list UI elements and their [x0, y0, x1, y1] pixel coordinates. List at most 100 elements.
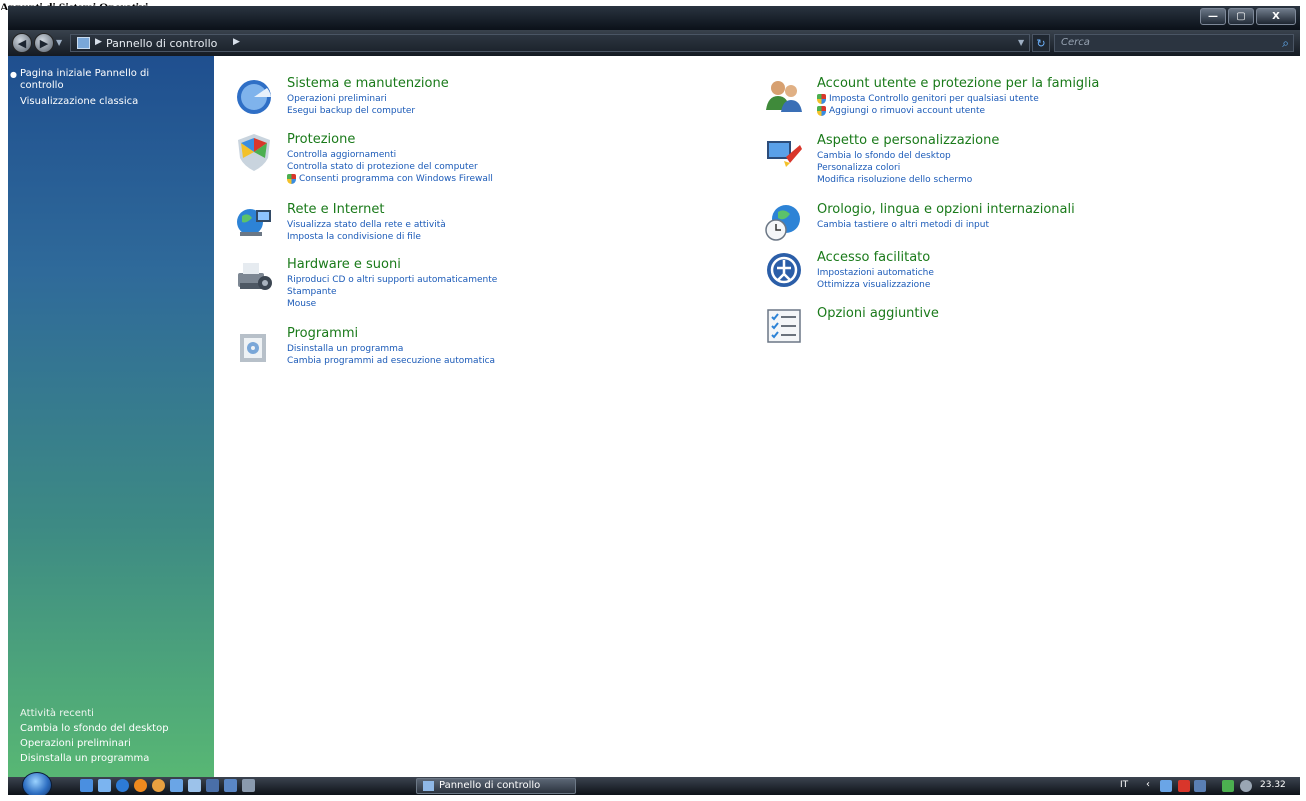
task-link[interactable]: Controlla aggiornamenti [287, 149, 493, 161]
category-title[interactable]: Account utente e protezione per la famig… [817, 76, 1099, 91]
category-links: Impostazioni automatiche Ottimizza visua… [817, 267, 934, 291]
task-link[interactable]: Consenti programma con Windows Firewall [287, 173, 493, 185]
breadcrumb-control-panel[interactable]: Pannello di controllo [106, 37, 217, 50]
back-button[interactable]: ◀ [12, 33, 32, 53]
chevron-left-icon[interactable]: ‹ [1146, 779, 1150, 790]
chevron-right-icon[interactable]: ▶ [233, 37, 240, 47]
category-title[interactable]: Orologio, lingua e opzioni internazional… [817, 202, 1075, 217]
chevron-right-icon[interactable]: ▶ [95, 37, 102, 47]
category-links: Disinstalla un programma Cambia programm… [287, 343, 495, 367]
back-arrow-icon: ◀ [17, 36, 27, 50]
recent-link[interactable]: Cambia lo sfondo del desktop [20, 721, 206, 736]
task-link[interactable]: Ottimizza visualizzazione [817, 279, 934, 291]
printer-speaker-icon [238, 263, 272, 290]
app-launcher-icon[interactable] [170, 779, 183, 792]
camera-app-icon[interactable] [242, 779, 255, 792]
taskbar: Pannello di controllo IT ‹ 23.32 [8, 772, 1300, 795]
category-links: Controlla aggiornamenti Controlla stato … [287, 149, 493, 185]
address-dropdown-icon[interactable]: ▼ [1018, 38, 1024, 47]
start-button[interactable] [22, 772, 52, 795]
address-field[interactable]: ▶ Pannello di controllo ▶ [70, 34, 1030, 52]
task-link[interactable]: Aggiungi o rimuovi account utente [817, 105, 1039, 117]
task-link[interactable]: Stampante [287, 286, 497, 298]
category-links: Operazioni preliminari Esegui backup del… [287, 93, 415, 117]
category-title[interactable]: Accesso facilitato [817, 250, 930, 265]
minimize-button[interactable]: — [1200, 8, 1226, 25]
clock-globe-icon [765, 205, 800, 241]
show-desktop-icon[interactable] [80, 779, 93, 792]
switch-windows-icon[interactable] [98, 779, 111, 792]
search-placeholder: Cerca [1061, 37, 1090, 48]
sidebar-item-classic-view[interactable]: Visualizzazione classica [20, 96, 206, 108]
programs-box-icon [240, 334, 266, 362]
tray-app-icon[interactable] [1194, 780, 1206, 792]
system-icon [237, 80, 271, 114]
document-app-icon[interactable] [224, 779, 237, 792]
language-indicator[interactable]: IT [1120, 780, 1128, 790]
category-title[interactable]: Aspetto e personalizzazione [817, 133, 999, 148]
sidebar-item-control-panel-home[interactable]: ● Pagina iniziale Pannello di controllo [10, 68, 170, 92]
search-icon[interactable]: ⌕ [1282, 36, 1289, 51]
maximize-button[interactable]: ▢ [1228, 8, 1254, 25]
task-link[interactable]: Visualizza stato della rete e attività [287, 219, 446, 231]
firefox-icon[interactable] [152, 779, 165, 792]
search-input[interactable]: Cerca ⌕ [1054, 34, 1294, 52]
task-link[interactable]: Impostazioni automatiche [817, 267, 934, 279]
task-link[interactable]: Cambia programmi ad esecuzione automatic… [287, 355, 495, 367]
task-link[interactable]: Imposta Controllo genitori per qualsiasi… [817, 93, 1039, 105]
history-dropdown-icon[interactable]: ▼ [56, 38, 62, 47]
appearance-icon [767, 141, 802, 167]
category-links: Visualizza stato della rete e attività I… [287, 219, 446, 243]
task-link[interactable]: Riproduci CD o altri supporti automatica… [287, 274, 497, 286]
task-link[interactable]: Personalizza colori [817, 162, 972, 174]
close-button[interactable]: X [1256, 8, 1296, 25]
task-link[interactable]: Modifica risoluzione dello schermo [817, 174, 972, 186]
category-title[interactable]: Hardware e suoni [287, 257, 401, 272]
task-link[interactable]: Esegui backup del computer [287, 105, 415, 117]
task-link[interactable]: Mouse [287, 298, 497, 310]
clock[interactable]: 23.32 [1260, 780, 1286, 790]
category-links: Cambia tastiere o altri metodi di input [817, 219, 989, 231]
forward-arrow-icon: ▶ [39, 36, 49, 50]
forward-button[interactable]: ▶ [34, 33, 54, 53]
control-panel-icon [77, 37, 90, 49]
category-links: Riproduci CD o altri supporti automatica… [287, 274, 497, 310]
category-links: Cambia lo sfondo del desktop Personalizz… [817, 150, 972, 186]
task-link[interactable]: Cambia tastiere o altri metodi di input [817, 219, 989, 231]
task-link[interactable]: Cambia lo sfondo del desktop [817, 150, 972, 162]
category-title[interactable]: Programmi [287, 326, 358, 341]
users-icon [766, 81, 802, 112]
volume-icon[interactable] [1240, 780, 1252, 792]
recent-link[interactable]: Disinstalla un programma [20, 751, 206, 766]
title-bar: — ▢ X [8, 6, 1300, 30]
address-bar: ◀ ▶ ▼ ▶ Pannello di controllo ▶ ▼ ↻ Cerc… [8, 30, 1300, 56]
security-shield-icon [238, 134, 270, 171]
internet-explorer-icon[interactable] [116, 779, 129, 792]
task-link[interactable]: Operazioni preliminari [287, 93, 415, 105]
media-player-icon[interactable] [134, 779, 147, 792]
category-title[interactable]: Protezione [287, 132, 355, 147]
category-title[interactable]: Opzioni aggiuntive [817, 306, 939, 321]
tray-app-icon[interactable] [1160, 780, 1172, 792]
network-tray-icon[interactable] [1222, 780, 1234, 792]
network-globe-icon [237, 209, 271, 236]
photo-viewer-icon[interactable] [188, 779, 201, 792]
refresh-button[interactable]: ↻ [1032, 34, 1050, 52]
tray-alert-icon[interactable] [1178, 780, 1190, 792]
task-link[interactable]: Controlla stato di protezione del comput… [287, 161, 493, 173]
taskbar-button-control-panel[interactable]: Pannello di controllo [416, 778, 576, 794]
uac-shield-icon [287, 174, 296, 184]
screen: — ▢ X ◀ ▶ ▼ ▶ Pannello di controllo ▶ ▼ … [8, 6, 1300, 795]
sidebar-recent-tasks: Attività recenti Cambia lo sfondo del de… [20, 706, 206, 766]
category-title[interactable]: Rete e Internet [287, 202, 384, 217]
task-link[interactable]: Disinstalla un programma [287, 343, 495, 355]
task-link-label: Consenti programma con Windows Firewall [299, 174, 493, 184]
task-link-label: Aggiungi o rimuovi account utente [829, 106, 986, 116]
category-title[interactable]: Sistema e manutenzione [287, 76, 449, 91]
network-app-icon[interactable] [206, 779, 219, 792]
system-tray: IT ‹ 23.32 [1110, 777, 1300, 795]
sidebar-item-label: Pagina iniziale Pannello di controllo [20, 68, 150, 91]
recent-tasks-heading: Attività recenti [20, 708, 94, 719]
task-link[interactable]: Imposta la condivisione di file [287, 231, 446, 243]
recent-link[interactable]: Operazioni preliminari [20, 736, 206, 751]
